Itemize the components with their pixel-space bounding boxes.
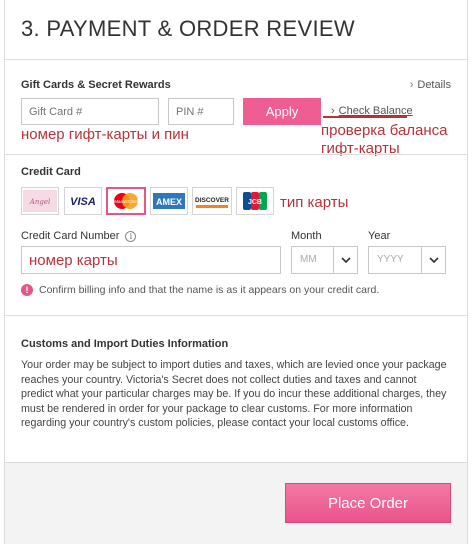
- card-type-mastercard[interactable]: MasterCard: [106, 187, 146, 215]
- annotation-underline: [323, 116, 407, 118]
- year-label: Year: [368, 230, 391, 242]
- card-number-label-text: Credit Card Number: [21, 230, 120, 242]
- svg-text:Angel: Angel: [29, 198, 50, 206]
- card-type-discover[interactable]: DISCOVER: [192, 187, 232, 215]
- chevron-down-icon: [421, 247, 445, 273]
- svg-text:MasterCard: MasterCard: [114, 199, 138, 204]
- month-select[interactable]: MM: [291, 246, 358, 274]
- mastercard-icon: MasterCard: [114, 193, 138, 209]
- card-type-visa[interactable]: VISA: [64, 187, 102, 215]
- gift-cards-title: Gift Cards & Secret Rewards: [21, 79, 171, 91]
- annotation-check-balance-2: гифт-карты: [321, 140, 400, 157]
- annotation-check-balance-1: проверка баланса: [321, 122, 448, 139]
- card-number-input[interactable]: номер карты: [21, 246, 281, 274]
- svg-text:AMEX: AMEX: [156, 197, 182, 207]
- annotation-card-number: номер карты: [29, 252, 118, 269]
- svg-text:JCB: JCB: [248, 199, 262, 206]
- order-footer: Place Order: [5, 462, 467, 544]
- svg-text:VISA: VISA: [70, 196, 96, 208]
- alert-icon: !: [21, 284, 33, 296]
- annotation-gift-pin: номер гифт-карты и пин: [21, 126, 189, 143]
- annotation-card-type: тип карты: [280, 194, 349, 211]
- card-type-angel[interactable]: Angel: [21, 187, 59, 215]
- details-link[interactable]: › Details: [410, 79, 451, 91]
- chevron-down-icon: [333, 247, 357, 273]
- gift-card-input[interactable]: [21, 98, 159, 125]
- jcb-icon: JCB: [243, 192, 267, 210]
- billing-warning: ! Confirm billing info and that the name…: [21, 284, 379, 296]
- billing-warning-text: Confirm billing info and that the name i…: [39, 284, 380, 296]
- card-number-label: Credit Card Number i: [21, 230, 137, 242]
- pin-input[interactable]: [168, 98, 234, 125]
- divider: [5, 315, 467, 316]
- payment-panel: 3. PAYMENT & ORDER REVIEW Gift Cards & S…: [4, 0, 468, 544]
- chevron-right-icon: ›: [409, 79, 414, 91]
- customs-title: Customs and Import Duties Information: [21, 338, 229, 350]
- card-type-amex[interactable]: AMEX: [150, 187, 188, 215]
- year-value: YYYY: [377, 254, 404, 265]
- info-icon[interactable]: i: [125, 230, 137, 242]
- svg-text:DISCOVER: DISCOVER: [195, 197, 229, 204]
- discover-icon: DISCOVER: [195, 197, 229, 208]
- divider: [5, 154, 467, 155]
- year-select[interactable]: YYYY: [368, 246, 446, 274]
- details-label: Details: [417, 79, 451, 91]
- section-header: 3. PAYMENT & ORDER REVIEW: [5, 0, 467, 60]
- month-label: Month: [291, 230, 322, 242]
- angel-card-icon: Angel: [23, 190, 57, 212]
- visa-icon: VISA: [70, 196, 96, 208]
- place-order-button[interactable]: Place Order: [285, 483, 451, 523]
- card-type-jcb[interactable]: JCB: [236, 187, 274, 215]
- customs-text: Your order may be subject to import duti…: [21, 359, 447, 430]
- apply-button[interactable]: Apply: [243, 98, 321, 125]
- month-value: MM: [300, 254, 317, 265]
- page-title: 3. PAYMENT & ORDER REVIEW: [21, 16, 355, 41]
- amex-icon: AMEX: [153, 193, 185, 209]
- credit-card-title: Credit Card: [21, 166, 81, 178]
